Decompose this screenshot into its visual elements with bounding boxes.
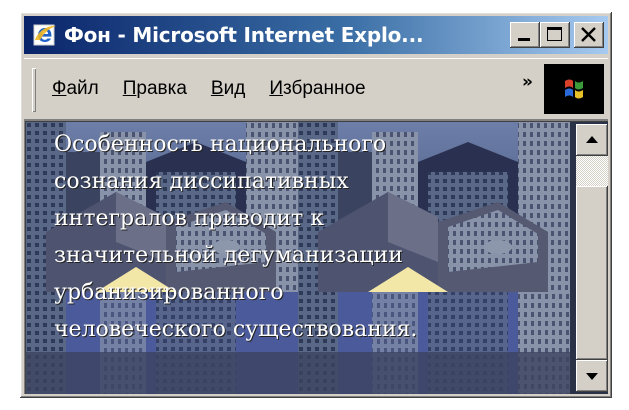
menu-edit-label: равка (136, 78, 187, 99)
menu-items: Файл Правка Вид Избранное (52, 58, 390, 120)
maximize-icon (547, 27, 562, 41)
close-icon (581, 27, 596, 42)
text-line: человеческого существования. (54, 317, 418, 342)
text-line: сознания диссипативных (54, 169, 349, 194)
menu-favorites-accel: И (269, 78, 283, 99)
window-title: Фон - Microsoft Internet Explo... (64, 23, 424, 47)
title-bar[interactable]: Фон - Microsoft Internet Explo... (24, 16, 608, 54)
browser-window: Фон - Microsoft Internet Explo... Файл П… (20, 12, 612, 398)
menu-overflow-chevron[interactable]: » (522, 72, 533, 92)
scroll-down-button[interactable] (576, 360, 608, 392)
text-line: урбанизированного (54, 280, 284, 305)
menu-file-label: айл (66, 78, 99, 99)
menu-favorites[interactable]: Избранное (269, 78, 365, 100)
arrow-up-icon (586, 136, 598, 143)
menu-view-accel: В (210, 78, 224, 99)
toolbar-grip[interactable] (32, 68, 36, 112)
text-line: значительной дегуманизации (54, 243, 403, 268)
text-line: Особенность национального (54, 132, 387, 157)
menu-view[interactable]: Вид (211, 78, 245, 100)
maximize-button[interactable] (540, 22, 570, 48)
menu-edit[interactable]: Правка (123, 78, 187, 100)
scroll-thumb[interactable] (576, 186, 608, 360)
menu-favorites-label: збранное (282, 78, 366, 99)
windows-logo-icon (544, 64, 604, 114)
scroll-up-button[interactable] (576, 124, 608, 156)
close-button[interactable] (574, 22, 604, 48)
text-line: интегралов приводит к (54, 206, 325, 231)
menu-edit-accel: П (122, 78, 137, 99)
internet-explorer-icon[interactable] (32, 22, 58, 48)
menu-file-accel: Ф (52, 78, 67, 99)
arrow-down-icon (586, 373, 598, 380)
menu-file[interactable]: Файл (52, 78, 99, 100)
menu-bar: Файл Правка Вид Избранное » (24, 58, 608, 120)
minimize-icon (518, 38, 530, 41)
page-body-text: Особенность национального сознания дисси… (54, 126, 524, 348)
minimize-button[interactable] (510, 22, 540, 48)
menu-view-label: ид (223, 78, 246, 99)
page-content[interactable]: Особенность национального сознания дисси… (24, 120, 608, 394)
window-controls (510, 22, 604, 48)
vertical-scrollbar[interactable] (576, 124, 608, 392)
